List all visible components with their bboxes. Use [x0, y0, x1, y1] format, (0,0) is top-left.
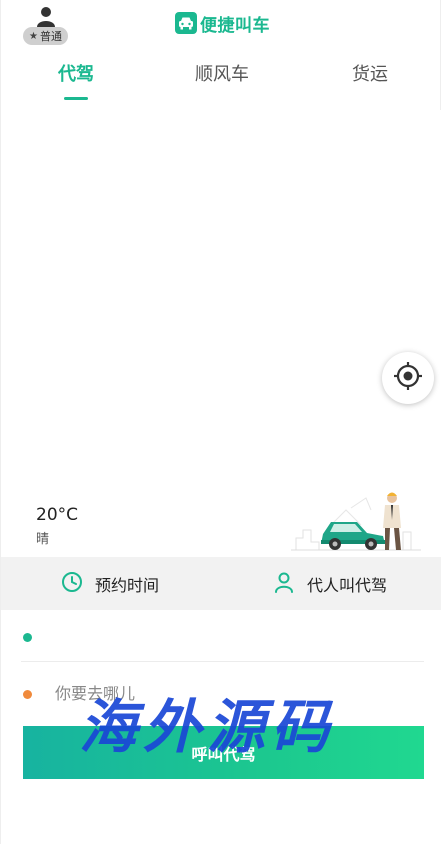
- options-bar: 预约时间 代人叫代驾: [1, 557, 441, 610]
- star-icon: ★: [29, 30, 38, 42]
- weather-condition: 晴: [36, 532, 50, 547]
- destination-dot: [23, 690, 32, 699]
- proxy-order-label: 代人叫代驾: [307, 575, 388, 595]
- header: ★ 普通 便捷叫车: [1, 0, 441, 48]
- active-tab-indicator: [64, 97, 88, 100]
- pickup-dot: [23, 633, 32, 642]
- weather: 20°C 晴: [36, 505, 78, 547]
- person-icon: [273, 571, 295, 597]
- app-page: ★ 普通 便捷叫车 代驾 顺风车 货运 20°C 晴 预约时间 代人叫代驾 你要…: [0, 0, 441, 844]
- user-icon: [35, 5, 57, 27]
- tab-freight[interactable]: 货运: [352, 60, 388, 96]
- schedule-option[interactable]: 预约时间: [61, 557, 159, 610]
- member-badge: ★ 普通: [23, 27, 68, 45]
- weather-temperature: 20°C: [36, 505, 79, 525]
- locate-button[interactable]: [382, 352, 434, 404]
- pickup-field[interactable]: [41, 612, 421, 657]
- service-tabs: 代驾 顺风车 货运: [1, 60, 441, 104]
- clock-icon: [61, 571, 83, 597]
- tab-carpool[interactable]: 顺风车: [195, 60, 249, 96]
- schedule-label: 预约时间: [95, 575, 160, 595]
- member-badge-label: 普通: [39, 30, 62, 43]
- brand-title: 便捷叫车: [200, 15, 270, 36]
- proxy-order-option[interactable]: 代人叫代驾: [273, 557, 387, 610]
- avatar[interactable]: ★ 普通: [23, 5, 69, 45]
- brand: 便捷叫车: [175, 11, 270, 36]
- locate-icon: [393, 361, 423, 395]
- destination-input[interactable]: [55, 682, 385, 708]
- tab-designated-driver[interactable]: 代驾: [58, 60, 94, 96]
- car-icon: [175, 12, 197, 34]
- call-driver-button[interactable]: 呼叫代驾: [23, 726, 424, 779]
- driver-car-illustration: [291, 490, 421, 554]
- form-divider: [21, 661, 424, 662]
